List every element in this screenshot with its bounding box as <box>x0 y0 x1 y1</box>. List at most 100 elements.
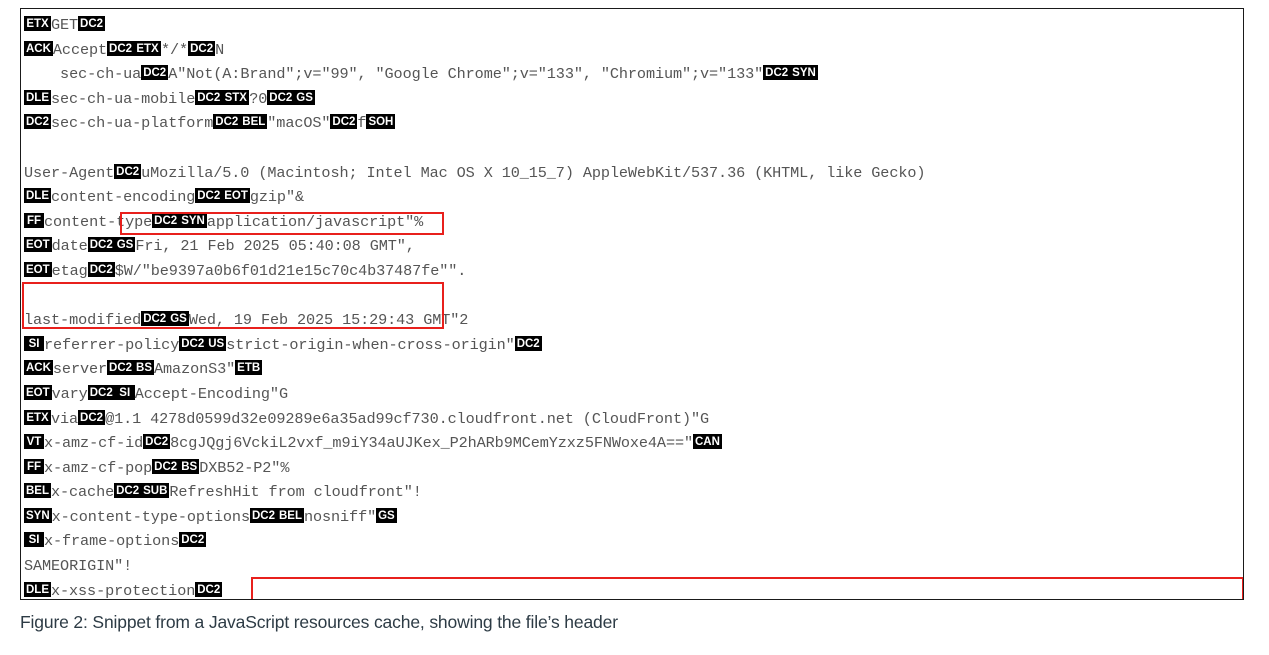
control-char-dc2: DC2 <box>141 65 169 81</box>
control-char-dc2: DC2 <box>87 261 115 277</box>
dump-text: content-type <box>44 212 153 231</box>
control-char-dc2: DC2 <box>195 89 223 105</box>
control-char-sub: SUB <box>141 483 170 499</box>
dump-text: N <box>215 40 225 59</box>
control-char-dc2: DC2 <box>213 114 241 130</box>
line-sameorigin: SAMEORIGIN"! <box>24 554 1243 579</box>
dump-text: vary <box>51 384 88 403</box>
hex-dump-panel: ETX GET DC2 ACK Accept DC2 ETX */* DC2 N sec-ch-u… <box>20 8 1244 600</box>
control-char-etx: ETX <box>134 40 162 56</box>
control-char-ff: FF <box>24 458 44 474</box>
dump-text: "macOS" <box>267 114 331 133</box>
control-char-dc2: DC2 <box>24 114 52 130</box>
dump-text: x-amz-cf-id <box>44 434 144 453</box>
control-char-syn: SYN <box>790 65 818 81</box>
dump-text: etag <box>51 261 88 280</box>
line-get: ETX GET DC2 <box>24 13 1243 38</box>
control-char-dc2: DC2 <box>107 360 135 376</box>
line-referrer-policy: SI referrer-policy DC2 US strict-origin-when… <box>24 333 1243 358</box>
dump-text: RefreshHit from cloudfront"! <box>169 483 422 502</box>
control-char-dle: DLE <box>24 89 51 105</box>
control-char-can: CAN <box>692 434 722 450</box>
line-x-amz-cf-pop: FF x-amz-cf-pop DC2 BS DXB52-P2"% <box>24 456 1243 481</box>
dump-text: x-cache <box>51 483 115 502</box>
control-char-dc2: DC2 <box>152 212 180 228</box>
control-char-etx: ETX <box>24 16 51 31</box>
control-char-bs: BS <box>179 458 200 474</box>
dump-text: application/javascript"% <box>206 212 424 231</box>
control-char-vt: VT <box>24 434 44 450</box>
control-char-dc2: DC2 <box>107 40 135 56</box>
control-char-gs: GS <box>376 507 397 523</box>
control-char-ack: ACK <box>24 360 53 376</box>
line-x-amz-cf-id: VT x-amz-cf-id DC2 8cgJQgj6VckiL2vxf_m9iY34… <box>24 431 1243 456</box>
control-char-ack: ACK <box>24 40 53 56</box>
line-via: ETX via DC2 @1.1 4278d0599d32e09289e6a35ad9… <box>24 407 1243 432</box>
control-char-bs: BS <box>134 360 155 376</box>
control-char-dle: DLE <box>24 188 51 204</box>
dump-text: $W/"be9397a0b6f01d21e15c70c4b37487fe"". <box>114 261 467 280</box>
line-x-content-type-options: SYN x-content-type-options DC2 BEL nosniff" G… <box>24 505 1243 530</box>
control-char-dc2: DC2 <box>249 507 277 523</box>
dump-text: x-content-type-options <box>51 507 250 526</box>
line-accept: ACK Accept DC2 ETX */* DC2 N <box>24 38 1243 63</box>
control-char-soh: SOH <box>366 114 396 130</box>
control-char-dc2: DC2 <box>179 532 207 548</box>
control-char-dc2: DC2 <box>763 65 791 81</box>
dump-text: referrer-policy <box>44 335 180 354</box>
control-char-bel: BEL <box>276 507 304 523</box>
control-char-dle: DLE <box>24 581 51 597</box>
control-char-dc2: DC2 <box>195 581 223 597</box>
control-char-dc2: DC2 <box>152 458 180 474</box>
dump-text: x-frame-options <box>44 532 180 551</box>
control-char-dc2: DC2 <box>143 434 171 450</box>
control-char-dc2: DC2 <box>87 384 115 400</box>
control-char-gs: GS <box>168 311 189 327</box>
control-char-si: SI <box>24 532 44 548</box>
control-char-si: SI <box>114 384 135 400</box>
control-char-eot: EOT <box>24 384 52 400</box>
figure-container: ETX GET DC2 ACK Accept DC2 ETX */* DC2 N sec-ch-u… <box>20 8 1244 600</box>
control-char-etx: ETX <box>24 409 51 425</box>
dump-text: sec-ch-ua-mobile <box>51 89 196 108</box>
dump-text: @1.1 4278d0599d32e09289e6a35ad99cf730.cl… <box>105 409 709 428</box>
control-char-dc2: DC2 <box>114 163 142 179</box>
control-char-syn: SYN <box>179 212 207 228</box>
control-char-ff: FF <box>24 212 44 228</box>
control-char-eot: EOT <box>24 261 52 277</box>
dump-text: x-xss-protection <box>51 581 196 600</box>
line-x-cache: BEL x-cache DC2 SUB RefreshHit from cloudfro… <box>24 480 1243 505</box>
dump-text: AmazonS3" <box>154 360 236 379</box>
dump-text: GET <box>51 16 79 34</box>
dump-text: Accept <box>52 40 108 59</box>
control-char-gs: GS <box>114 237 136 253</box>
line-x-frame-options: SI x-frame-options DC2 <box>24 529 1243 554</box>
line-content-type: FF content-type DC2 SYN application/javascri… <box>24 210 1243 235</box>
control-char-eot: EOT <box>24 237 52 253</box>
control-char-si: SI <box>24 335 44 351</box>
dump-text: ?0 <box>249 89 268 108</box>
control-char-dc2: DC2 <box>114 483 142 499</box>
dump-text: last-modified <box>24 311 142 330</box>
line-last-modified: last-modified DC2 GS Wed, 19 Feb 2025 15:29… <box>24 308 1243 333</box>
dump-text: 8cgJQgj6VckiL2vxf_m9iY34aUJKex_P2hARb9MC… <box>170 434 693 453</box>
dump-text: nosniff" <box>303 507 377 526</box>
line-blank-2 <box>24 284 1243 309</box>
control-char-dc2: DC2 <box>78 409 106 425</box>
dump-text: f <box>357 114 367 133</box>
line-x-xss-protection: DLE x-xss-protection DC2 <box>24 579 1243 600</box>
line-server: ACK server DC2 BS AmazonS3" ETB <box>24 357 1243 382</box>
control-char-gs: GS <box>294 89 315 105</box>
dump-text: A"Not(A:Brand";v="99", "Google Chrome";v… <box>168 65 764 84</box>
control-char-syn: SYN <box>24 507 52 523</box>
dump-text: uMozilla/5.0 (Macintosh; Intel Mac OS X … <box>141 163 926 182</box>
line-date: EOT date DC2 GS Fri, 21 Feb 2025 05:40:08 GM… <box>24 234 1243 259</box>
dump-text: gzip"& <box>249 188 304 207</box>
control-char-bel: BEL <box>240 114 268 130</box>
dump-text: */* <box>161 40 189 59</box>
dump-text: SAMEORIGIN"! <box>24 557 133 576</box>
dump-text: sec-ch-ua-platform <box>51 114 214 133</box>
line-sec-ch-ua-mobile: DLE sec-ch-ua-mobile DC2 STX ?0 DC2 GS <box>24 87 1243 112</box>
line-blank-1 <box>24 136 1243 161</box>
line-sec-ch-ua: sec-ch-ua DC2 A"Not(A:Brand";v="99", "Goog… <box>24 62 1243 87</box>
